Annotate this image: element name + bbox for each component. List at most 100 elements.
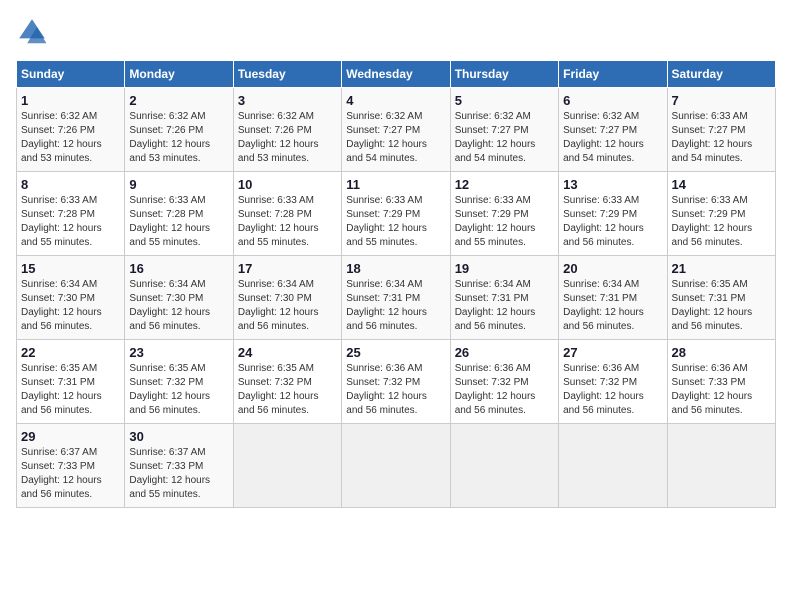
calendar-cell: 15 Sunrise: 6:34 AM Sunset: 7:30 PM Dayl… bbox=[17, 256, 125, 340]
cell-daylight: Daylight: 12 hours and 56 minutes. bbox=[346, 390, 445, 418]
cell-date: 19 bbox=[455, 261, 554, 276]
cell-info: Sunrise: 6:32 AM Sunset: 7:27 PM Dayligh… bbox=[563, 110, 662, 166]
cell-sunrise: Sunrise: 6:33 AM bbox=[563, 194, 662, 208]
calendar-cell: 10 Sunrise: 6:33 AM Sunset: 7:28 PM Dayl… bbox=[233, 172, 341, 256]
cell-date: 18 bbox=[346, 261, 445, 276]
cell-sunset: Sunset: 7:31 PM bbox=[346, 292, 445, 306]
cell-sunrise: Sunrise: 6:37 AM bbox=[129, 446, 228, 460]
cell-date: 11 bbox=[346, 177, 445, 192]
calendar-week-3: 15 Sunrise: 6:34 AM Sunset: 7:30 PM Dayl… bbox=[17, 256, 776, 340]
cell-info: Sunrise: 6:32 AM Sunset: 7:26 PM Dayligh… bbox=[21, 110, 120, 166]
cell-sunset: Sunset: 7:33 PM bbox=[129, 460, 228, 474]
cell-info: Sunrise: 6:32 AM Sunset: 7:26 PM Dayligh… bbox=[238, 110, 337, 166]
calendar-week-1: 1 Sunrise: 6:32 AM Sunset: 7:26 PM Dayli… bbox=[17, 88, 776, 172]
calendar-week-5: 29 Sunrise: 6:37 AM Sunset: 7:33 PM Dayl… bbox=[17, 424, 776, 508]
calendar-week-4: 22 Sunrise: 6:35 AM Sunset: 7:31 PM Dayl… bbox=[17, 340, 776, 424]
cell-sunrise: Sunrise: 6:34 AM bbox=[238, 278, 337, 292]
cell-sunrise: Sunrise: 6:33 AM bbox=[455, 194, 554, 208]
cell-daylight: Daylight: 12 hours and 55 minutes. bbox=[346, 222, 445, 250]
cell-daylight: Daylight: 12 hours and 54 minutes. bbox=[563, 138, 662, 166]
cell-date: 14 bbox=[672, 177, 771, 192]
logo bbox=[16, 16, 54, 48]
cell-sunset: Sunset: 7:32 PM bbox=[238, 376, 337, 390]
cell-daylight: Daylight: 12 hours and 54 minutes. bbox=[455, 138, 554, 166]
cell-sunrise: Sunrise: 6:34 AM bbox=[455, 278, 554, 292]
cell-sunrise: Sunrise: 6:33 AM bbox=[129, 194, 228, 208]
calendar-cell: 22 Sunrise: 6:35 AM Sunset: 7:31 PM Dayl… bbox=[17, 340, 125, 424]
header-cell-thursday: Thursday bbox=[450, 61, 558, 88]
cell-sunrise: Sunrise: 6:36 AM bbox=[672, 362, 771, 376]
cell-sunrise: Sunrise: 6:33 AM bbox=[672, 110, 771, 124]
calendar-cell bbox=[559, 424, 667, 508]
calendar-cell: 17 Sunrise: 6:34 AM Sunset: 7:30 PM Dayl… bbox=[233, 256, 341, 340]
cell-sunset: Sunset: 7:32 PM bbox=[346, 376, 445, 390]
calendar-cell: 26 Sunrise: 6:36 AM Sunset: 7:32 PM Dayl… bbox=[450, 340, 558, 424]
cell-daylight: Daylight: 12 hours and 56 minutes. bbox=[672, 390, 771, 418]
cell-daylight: Daylight: 12 hours and 55 minutes. bbox=[21, 222, 120, 250]
cell-sunrise: Sunrise: 6:32 AM bbox=[346, 110, 445, 124]
cell-sunset: Sunset: 7:26 PM bbox=[238, 124, 337, 138]
cell-sunrise: Sunrise: 6:34 AM bbox=[346, 278, 445, 292]
cell-date: 16 bbox=[129, 261, 228, 276]
cell-date: 27 bbox=[563, 345, 662, 360]
cell-sunrise: Sunrise: 6:32 AM bbox=[563, 110, 662, 124]
calendar-week-2: 8 Sunrise: 6:33 AM Sunset: 7:28 PM Dayli… bbox=[17, 172, 776, 256]
cell-daylight: Daylight: 12 hours and 56 minutes. bbox=[21, 306, 120, 334]
calendar-cell: 25 Sunrise: 6:36 AM Sunset: 7:32 PM Dayl… bbox=[342, 340, 450, 424]
header-cell-monday: Monday bbox=[125, 61, 233, 88]
cell-info: Sunrise: 6:33 AM Sunset: 7:27 PM Dayligh… bbox=[672, 110, 771, 166]
cell-sunset: Sunset: 7:27 PM bbox=[672, 124, 771, 138]
cell-date: 13 bbox=[563, 177, 662, 192]
cell-sunrise: Sunrise: 6:33 AM bbox=[21, 194, 120, 208]
calendar-cell bbox=[342, 424, 450, 508]
cell-info: Sunrise: 6:34 AM Sunset: 7:30 PM Dayligh… bbox=[238, 278, 337, 334]
cell-daylight: Daylight: 12 hours and 56 minutes. bbox=[672, 306, 771, 334]
cell-sunrise: Sunrise: 6:35 AM bbox=[129, 362, 228, 376]
cell-date: 4 bbox=[346, 93, 445, 108]
cell-sunset: Sunset: 7:33 PM bbox=[672, 376, 771, 390]
calendar-cell: 13 Sunrise: 6:33 AM Sunset: 7:29 PM Dayl… bbox=[559, 172, 667, 256]
cell-sunrise: Sunrise: 6:35 AM bbox=[21, 362, 120, 376]
cell-sunrise: Sunrise: 6:34 AM bbox=[21, 278, 120, 292]
cell-sunrise: Sunrise: 6:32 AM bbox=[455, 110, 554, 124]
cell-sunset: Sunset: 7:27 PM bbox=[346, 124, 445, 138]
calendar-cell: 12 Sunrise: 6:33 AM Sunset: 7:29 PM Dayl… bbox=[450, 172, 558, 256]
cell-date: 12 bbox=[455, 177, 554, 192]
cell-sunset: Sunset: 7:31 PM bbox=[21, 376, 120, 390]
cell-date: 26 bbox=[455, 345, 554, 360]
cell-sunset: Sunset: 7:28 PM bbox=[129, 208, 228, 222]
calendar-cell: 21 Sunrise: 6:35 AM Sunset: 7:31 PM Dayl… bbox=[667, 256, 775, 340]
cell-info: Sunrise: 6:32 AM Sunset: 7:27 PM Dayligh… bbox=[455, 110, 554, 166]
cell-sunrise: Sunrise: 6:32 AM bbox=[238, 110, 337, 124]
cell-date: 3 bbox=[238, 93, 337, 108]
calendar-cell: 14 Sunrise: 6:33 AM Sunset: 7:29 PM Dayl… bbox=[667, 172, 775, 256]
cell-sunrise: Sunrise: 6:34 AM bbox=[563, 278, 662, 292]
cell-daylight: Daylight: 12 hours and 56 minutes. bbox=[455, 390, 554, 418]
cell-info: Sunrise: 6:36 AM Sunset: 7:32 PM Dayligh… bbox=[346, 362, 445, 418]
cell-info: Sunrise: 6:33 AM Sunset: 7:29 PM Dayligh… bbox=[346, 194, 445, 250]
cell-sunset: Sunset: 7:28 PM bbox=[21, 208, 120, 222]
cell-sunset: Sunset: 7:29 PM bbox=[346, 208, 445, 222]
cell-sunset: Sunset: 7:28 PM bbox=[238, 208, 337, 222]
logo-icon bbox=[16, 16, 48, 48]
cell-date: 6 bbox=[563, 93, 662, 108]
cell-daylight: Daylight: 12 hours and 56 minutes. bbox=[238, 390, 337, 418]
cell-daylight: Daylight: 12 hours and 53 minutes. bbox=[129, 138, 228, 166]
cell-daylight: Daylight: 12 hours and 56 minutes. bbox=[563, 222, 662, 250]
cell-date: 23 bbox=[129, 345, 228, 360]
cell-info: Sunrise: 6:34 AM Sunset: 7:31 PM Dayligh… bbox=[455, 278, 554, 334]
cell-sunset: Sunset: 7:30 PM bbox=[21, 292, 120, 306]
cell-sunset: Sunset: 7:32 PM bbox=[563, 376, 662, 390]
cell-sunrise: Sunrise: 6:36 AM bbox=[346, 362, 445, 376]
cell-date: 8 bbox=[21, 177, 120, 192]
cell-daylight: Daylight: 12 hours and 54 minutes. bbox=[672, 138, 771, 166]
cell-info: Sunrise: 6:37 AM Sunset: 7:33 PM Dayligh… bbox=[129, 446, 228, 502]
calendar-cell: 2 Sunrise: 6:32 AM Sunset: 7:26 PM Dayli… bbox=[125, 88, 233, 172]
cell-daylight: Daylight: 12 hours and 56 minutes. bbox=[672, 222, 771, 250]
cell-daylight: Daylight: 12 hours and 53 minutes. bbox=[238, 138, 337, 166]
calendar-cell: 29 Sunrise: 6:37 AM Sunset: 7:33 PM Dayl… bbox=[17, 424, 125, 508]
cell-info: Sunrise: 6:37 AM Sunset: 7:33 PM Dayligh… bbox=[21, 446, 120, 502]
header-cell-tuesday: Tuesday bbox=[233, 61, 341, 88]
cell-sunset: Sunset: 7:26 PM bbox=[129, 124, 228, 138]
calendar-cell: 19 Sunrise: 6:34 AM Sunset: 7:31 PM Dayl… bbox=[450, 256, 558, 340]
